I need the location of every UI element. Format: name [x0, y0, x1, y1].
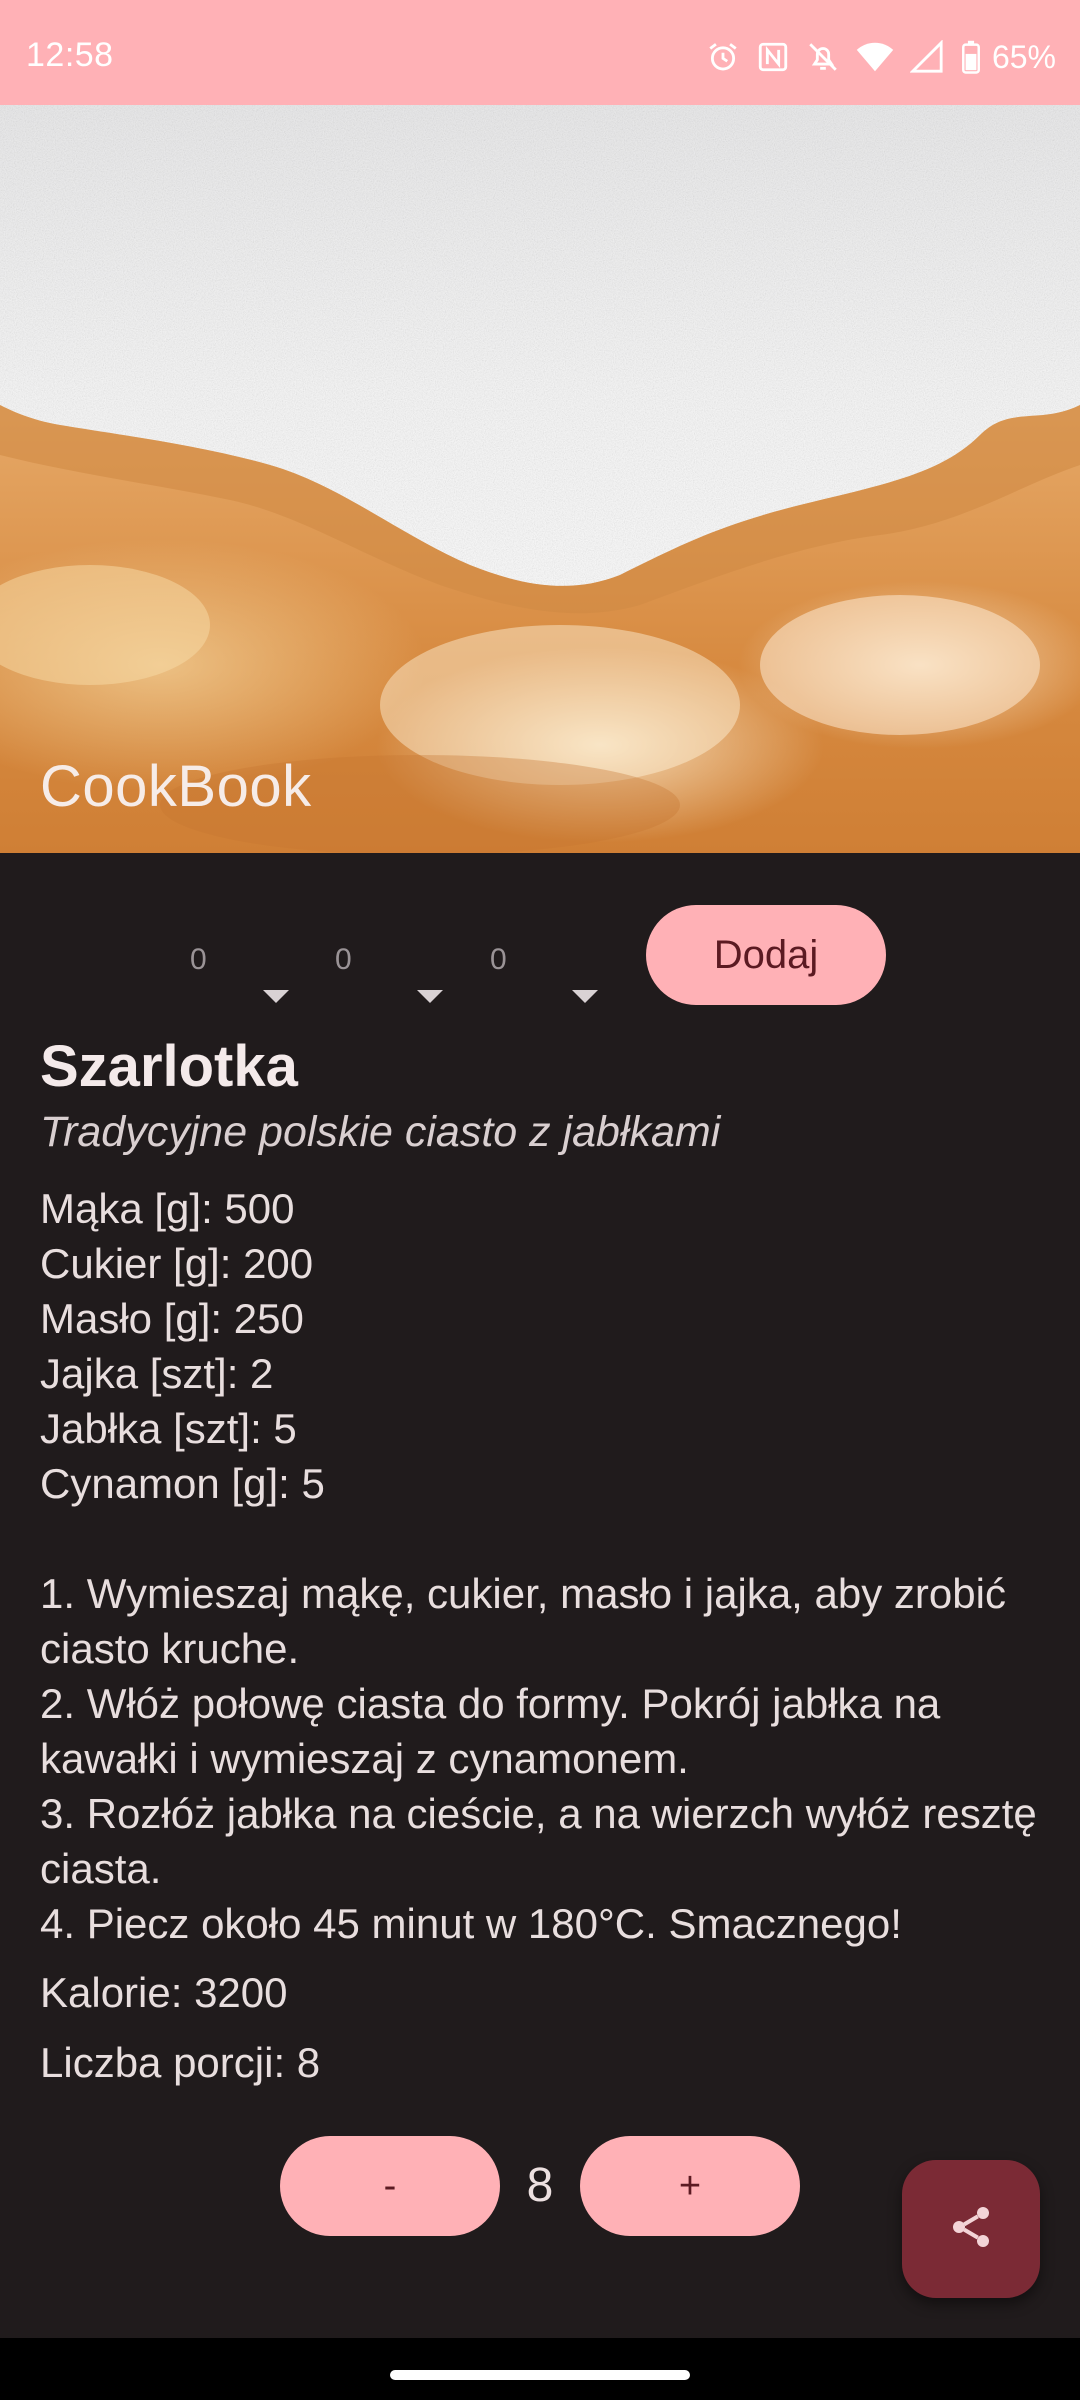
wifi-icon — [856, 40, 894, 74]
status-time: 12:58 — [26, 36, 114, 74]
powdered-sugar-texture — [0, 105, 1080, 853]
steps-list: 1. Wymieszaj mąkę, cukier, masło i jajka… — [40, 1566, 1050, 1951]
battery-icon — [960, 40, 982, 74]
step-item: 4. Piecz około 45 minut w 180°C. Smaczne… — [40, 1900, 902, 1947]
calories-label: Kalorie: 3200 — [40, 1969, 288, 2016]
ingredient-item: Cukier [g]: 200 — [40, 1240, 314, 1287]
dropdown-arrow-icon — [572, 990, 598, 1003]
battery-percent: 65% — [991, 39, 1056, 75]
ingredients-list: Mąka [g]: 500 Cukier [g]: 200 Masło [g]:… — [40, 1181, 1050, 1511]
spinner-3-value: 0 — [490, 943, 507, 976]
mute-icon — [806, 40, 840, 74]
dropdown-arrow-icon — [263, 990, 289, 1003]
dropdown-arrow-icon — [417, 990, 443, 1003]
ingredient-item: Cynamon [g]: 5 — [40, 1460, 325, 1507]
recipe-card: Szarlotka Tradycyjne polskie ciasto z ja… — [40, 1035, 1050, 2090]
share-icon — [947, 2203, 995, 2256]
navigation-bar — [0, 2338, 1080, 2400]
increase-servings-button[interactable]: + — [580, 2136, 800, 2236]
decrease-servings-button[interactable]: - — [280, 2136, 500, 2236]
ingredient-item: Jabłka [szt]: 5 — [40, 1405, 297, 1452]
step-item: 1. Wymieszaj mąkę, cukier, masło i jajka… — [40, 1570, 1006, 1672]
servings-value: 8 — [526, 2159, 554, 2212]
share-button[interactable] — [902, 2160, 1040, 2298]
home-gesture-handle[interactable] — [390, 2370, 690, 2380]
step-item: 3. Rozłóż jabłka na cieście, a na wierzc… — [40, 1790, 1037, 1892]
step-item: 2. Włóż połowę ciasta do formy. Pokrój j… — [40, 1680, 941, 1782]
spinner-1[interactable]: 0 — [190, 905, 300, 1005]
servings-label: Liczba porcji: 8 — [40, 2039, 321, 2086]
spinner-2-value: 0 — [335, 943, 352, 976]
ingredient-item: Masło [g]: 250 — [40, 1295, 304, 1342]
app-title: CookBook — [40, 754, 312, 819]
spinner-2[interactable]: 0 — [335, 905, 445, 1005]
ingredient-item: Mąka [g]: 500 — [40, 1185, 295, 1232]
add-button[interactable]: Dodaj — [646, 905, 886, 1005]
alarm-icon — [706, 40, 740, 74]
spinner-3[interactable]: 0 — [490, 905, 600, 1005]
status-bar: 12:58 65% — [0, 0, 1080, 105]
status-icons: 65% — [706, 40, 1056, 74]
controls-row: 0 0 0 Dodaj — [0, 905, 1080, 1005]
recipe-subtitle: Tradycyjne polskie ciasto z jabłkami — [40, 1108, 721, 1156]
ingredient-item: Jajka [szt]: 2 — [40, 1350, 274, 1397]
recipe-title: Szarlotka — [40, 1034, 298, 1099]
nfc-icon — [756, 40, 790, 74]
header-image: CookBook — [0, 105, 1080, 853]
spinner-1-value: 0 — [190, 943, 207, 976]
signal-icon — [909, 40, 944, 74]
